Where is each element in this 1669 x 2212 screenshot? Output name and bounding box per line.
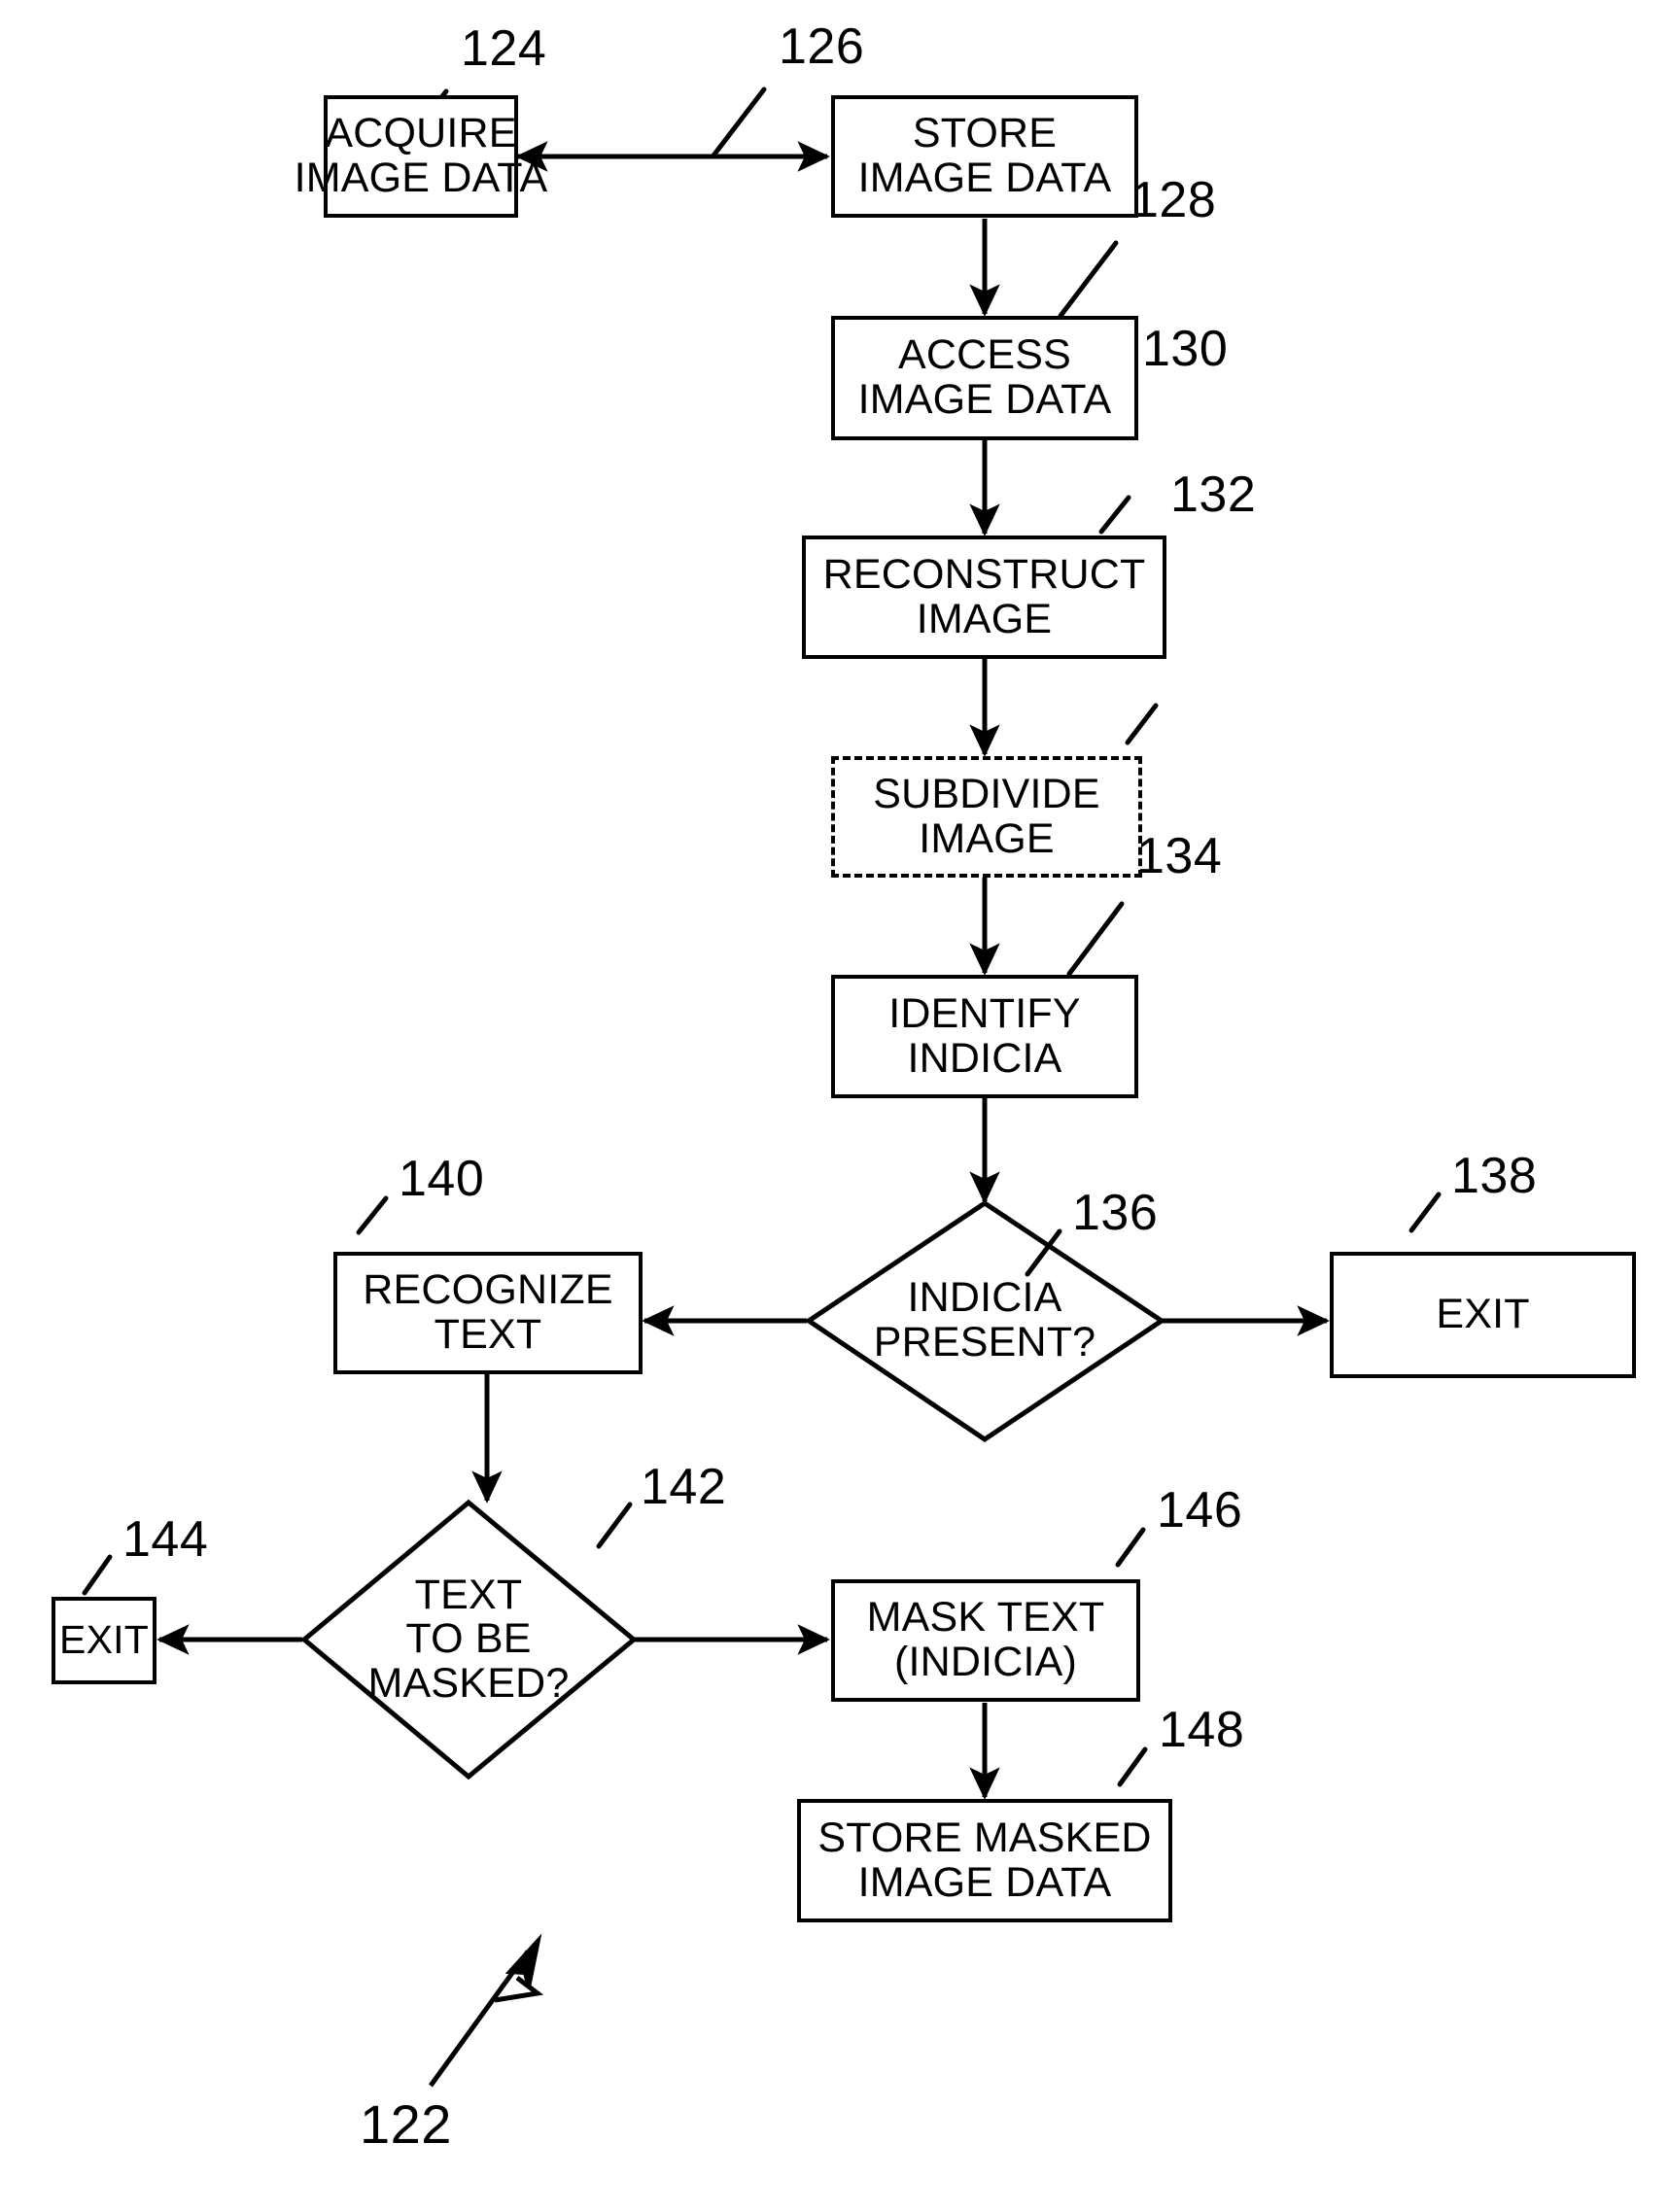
node-label-line: TEXT [434,1311,542,1358]
node-mask-text-indicia[interactable]: MASK TEXT (INDICIA) [831,1579,1140,1702]
node-label-line: MASK TEXT [866,1594,1105,1642]
leader-146 [1115,1527,1146,1568]
node-label-line: IMAGE [916,595,1053,642]
refnum-140: 140 [399,1151,485,1207]
node-store-image-data[interactable]: STORE IMAGE DATA [831,95,1138,218]
leader-132 [1125,703,1159,745]
node-label-line: IMAGE DATA [857,1858,1112,1906]
leader-142 [596,1502,633,1549]
leader-144 [82,1554,113,1596]
refnum-124: 124 [461,20,547,77]
refnum-136: 136 [1072,1185,1159,1241]
node-label-line: IDENTIFY [888,989,1081,1037]
node-label-line: STORE [912,110,1058,157]
node-label-line: PRESENT? [873,1319,1096,1365]
node-label-line: TO BE [405,1615,532,1663]
node-label-line: ACCESS [897,331,1072,379]
refnum-126: 126 [779,18,865,75]
refnum-142: 142 [641,1459,727,1515]
node-text-to-be-masked[interactable]: TEXT TO BE MASKED? [313,1566,624,1713]
node-subdivide-image[interactable]: SUBDIVIDE IMAGE [831,756,1142,878]
refnum-146: 146 [1157,1482,1243,1538]
refnum-132: 132 [1170,467,1257,523]
refnum-148: 148 [1159,1702,1245,1758]
node-label-line: IMAGE [919,814,1055,862]
node-label-line: EXIT [59,1617,149,1663]
node-identify-indicia[interactable]: IDENTIFY INDICIA [831,975,1138,1098]
node-exit-138[interactable]: EXIT [1330,1252,1636,1378]
node-label-line: INDICIA [907,1274,1062,1322]
node-store-masked-image-data[interactable]: STORE MASKED IMAGE DATA [797,1799,1172,1922]
leader-128 [1058,240,1119,319]
leader-138 [1408,1192,1442,1233]
leader-134 [1066,901,1125,977]
leader-148 [1117,1746,1148,1787]
node-recognize-text[interactable]: RECOGNIZE TEXT [333,1252,643,1374]
refnum-130: 130 [1142,321,1229,377]
node-reconstruct-image[interactable]: RECONSTRUCT IMAGE [802,536,1166,659]
node-label-line: IMAGE DATA [294,155,548,201]
node-label-line: INDICIA [907,1034,1062,1082]
node-label-line: ACQUIRE [325,110,517,157]
node-label-line: SUBDIVIDE [873,770,1100,817]
leader-126 [711,86,767,158]
node-label-line: STORE MASKED [817,1814,1152,1861]
node-access-image-data[interactable]: ACCESS IMAGE DATA [831,316,1138,440]
node-label-line: (INDICIA) [893,1639,1078,1685]
refnum-138: 138 [1451,1148,1538,1204]
refnum-144: 144 [122,1511,209,1568]
node-acquire-image-data[interactable]: ACQUIRE IMAGE DATA [295,95,547,218]
leader-140 [356,1195,389,1235]
node-label-line: RECONSTRUCT [822,550,1146,598]
node-indicia-present[interactable]: INDICIA PRESENT? [829,1261,1140,1381]
figure-number: 122 [360,2093,452,2155]
leader-130 [1098,495,1131,535]
node-label-line: RECOGNIZE [363,1266,613,1314]
node-label-line: EXIT [1436,1291,1530,1338]
node-label-line: IMAGE DATA [857,155,1112,201]
patent-figure: ACQUIRE IMAGE DATA 124 STORE IMAGE DATA … [0,0,1669,2212]
node-label-line: IMAGE DATA [857,376,1112,423]
node-label-line: MASKED? [367,1659,570,1707]
refnum-134: 134 [1136,828,1223,884]
node-label-line: TEXT [414,1571,523,1618]
refnum-128: 128 [1130,172,1217,228]
node-exit-144[interactable]: EXIT [52,1597,156,1684]
